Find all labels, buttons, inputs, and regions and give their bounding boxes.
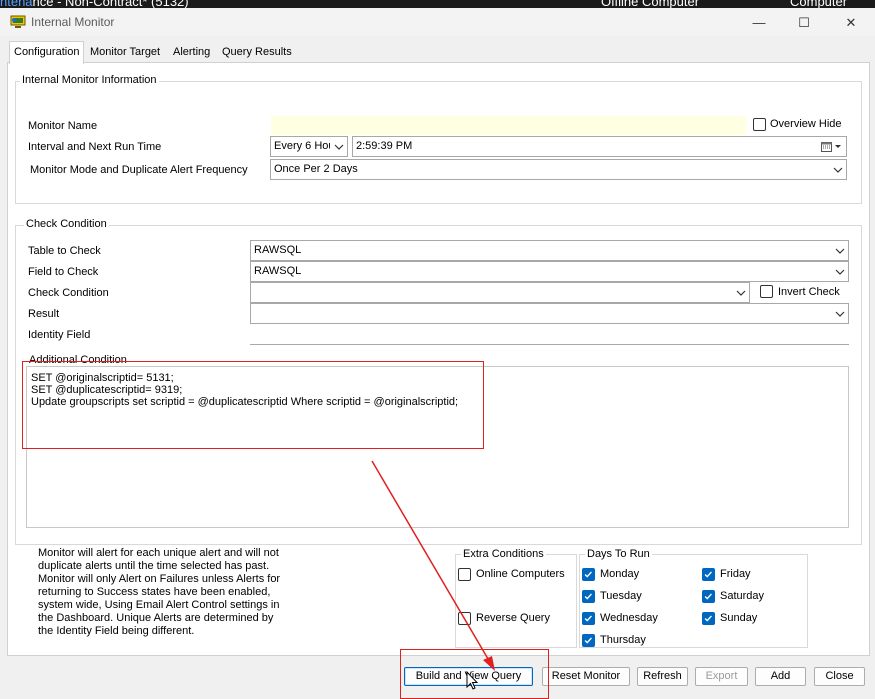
field-to-check-value: RAWSQL [254, 265, 302, 277]
tab-query-results[interactable]: Query Results [218, 43, 296, 62]
check-condition-select[interactable] [250, 282, 750, 303]
chevron-down-icon [835, 269, 845, 275]
chevron-down-icon [835, 248, 845, 254]
tuesday-label: Tuesday [600, 590, 642, 602]
check-condition-label: Check Condition [28, 287, 109, 299]
close-window-button[interactable]: ✕ [831, 12, 871, 34]
check-icon [584, 593, 592, 600]
monitor-name-input[interactable] [271, 116, 746, 135]
sunday-checkbox[interactable] [702, 612, 715, 625]
next-run-time-value: 2:59:39 PM [356, 140, 413, 152]
check-condition-legend: Check Condition [24, 218, 109, 230]
field-to-check-select[interactable]: RAWSQL [250, 261, 849, 282]
tuesday-checkbox[interactable] [582, 590, 595, 603]
overview-hide-checkbox[interactable] [753, 118, 766, 131]
invert-check-checkbox[interactable] [760, 285, 773, 298]
chevron-down-icon [833, 167, 843, 173]
online-computers-label: Online Computers [476, 568, 565, 580]
next-run-time-picker[interactable]: 2:59:39 PM [352, 136, 847, 157]
online-computers-checkbox[interactable] [458, 568, 471, 581]
monitor-info-legend: Internal Monitor Information [20, 74, 159, 86]
wednesday-label: Wednesday [600, 612, 658, 624]
window-title: Internal Monitor [31, 15, 115, 29]
calendar-icon[interactable] [821, 141, 832, 152]
internal-monitor-window: Internal Monitor — ☐ ✕ Configuration Mon… [0, 8, 875, 699]
tab-configuration[interactable]: Configuration [9, 41, 85, 64]
invert-check-label: Invert Check [778, 286, 840, 298]
monday-checkbox[interactable] [582, 568, 595, 581]
identity-field-input[interactable] [250, 324, 849, 345]
maximize-button[interactable]: ☐ [784, 12, 824, 34]
table-to-check-value: RAWSQL [254, 244, 302, 256]
refresh-button[interactable]: Refresh [637, 667, 688, 686]
reset-monitor-button[interactable]: Reset Monitor [542, 667, 630, 686]
chevron-down-icon [835, 145, 841, 148]
friday-label: Friday [720, 568, 751, 580]
check-icon [584, 637, 592, 644]
interval-label: Interval and Next Run Time [28, 141, 162, 153]
export-button: Export [695, 667, 748, 686]
field-to-check-label: Field to Check [28, 266, 99, 278]
chevron-down-icon [736, 290, 746, 296]
check-icon [584, 615, 592, 622]
reverse-query-checkbox[interactable] [458, 612, 471, 625]
minimize-button[interactable]: — [739, 12, 779, 34]
thursday-checkbox[interactable] [582, 634, 595, 647]
add-button[interactable]: Add [755, 667, 806, 686]
wednesday-checkbox[interactable] [582, 612, 595, 625]
overview-hide-label: Overview Hide [770, 118, 842, 130]
title-bar[interactable]: Internal Monitor — ☐ ✕ [0, 8, 875, 36]
interval-value: Every 6 Hours [274, 140, 330, 152]
thursday-label: Thursday [600, 634, 646, 646]
monitor-app-icon [10, 15, 26, 28]
check-icon [584, 571, 592, 578]
saturday-label: Saturday [720, 590, 765, 602]
annotation-box-condition [22, 361, 484, 449]
saturday-checkbox[interactable] [702, 590, 715, 603]
tab-alerting[interactable]: Alerting [169, 43, 214, 62]
check-icon [704, 593, 712, 600]
result-label: Result [28, 308, 60, 320]
chevron-down-icon [334, 144, 344, 150]
extra-conditions-legend: Extra Conditions [461, 548, 546, 560]
friday-checkbox[interactable] [702, 568, 715, 581]
mouse-cursor-icon [466, 671, 479, 690]
result-select[interactable] [250, 303, 849, 324]
monday-label: Monday [600, 568, 640, 580]
monitor-help-note: Monitor will alert for each unique alert… [38, 547, 281, 637]
identity-field-label: Identity Field [28, 329, 91, 341]
close-button[interactable]: Close [814, 667, 865, 686]
table-to-check-label: Table to Check [28, 245, 101, 257]
check-icon [704, 615, 712, 622]
monitor-mode-select[interactable]: Once Per 2 Days [270, 159, 847, 180]
reverse-query-label: Reverse Query [476, 612, 550, 624]
monitor-mode-value: Once Per 2 Days [274, 163, 358, 175]
tab-monitor-target[interactable]: Monitor Target [86, 43, 164, 62]
monitor-mode-label: Monitor Mode and Duplicate Alert Frequen… [30, 164, 248, 176]
days-to-run-legend: Days To Run [585, 548, 652, 560]
check-icon [704, 571, 712, 578]
interval-select[interactable]: Every 6 Hours [270, 136, 348, 157]
chevron-down-icon [835, 311, 845, 317]
monitor-name-label: Monitor Name [28, 120, 98, 132]
table-to-check-select[interactable]: RAWSQL [250, 240, 849, 261]
sunday-label: Sunday [720, 612, 758, 624]
background-app-strip: ntenance - Non-Contract* (5132) Offline … [0, 0, 875, 9]
